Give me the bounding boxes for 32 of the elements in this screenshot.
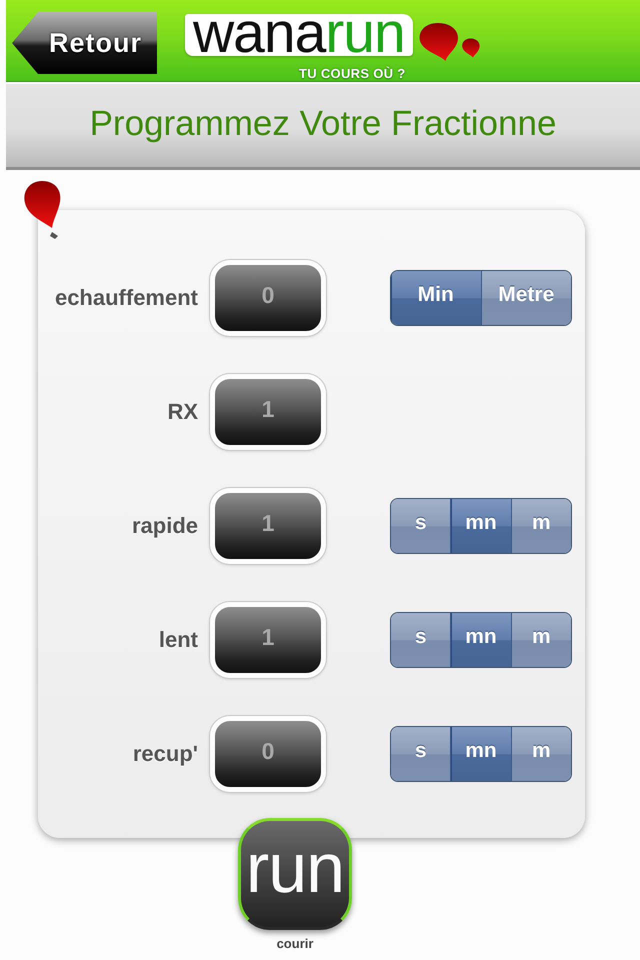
- unit-segment[interactable]: s: [391, 727, 450, 781]
- field-label: RX: [166, 399, 198, 425]
- unit-segment[interactable]: s: [391, 499, 450, 553]
- logo-tagline: TU COURS OÙ ?: [299, 66, 406, 81]
- run-caption: courir: [276, 936, 314, 951]
- unit-segment[interactable]: m: [510, 499, 571, 553]
- unit-segment[interactable]: mn: [450, 499, 511, 553]
- value-button[interactable]: 1: [210, 374, 326, 450]
- field-label: echauffement: [54, 285, 198, 311]
- value-button[interactable]: 1: [210, 602, 326, 678]
- value-button[interactable]: 1: [210, 488, 326, 564]
- unit-segment[interactable]: m: [510, 613, 571, 667]
- field-label: rapide: [130, 513, 198, 539]
- back-button[interactable]: Retour: [12, 12, 157, 74]
- value-button[interactable]: 0: [210, 260, 326, 336]
- value-button[interactable]: 0: [210, 716, 326, 792]
- unit-segmented-control[interactable]: s mn m: [390, 498, 572, 554]
- unit-segmented-control[interactable]: s mn m: [390, 726, 572, 782]
- unit-segment[interactable]: mn: [450, 613, 511, 667]
- unit-segment[interactable]: m: [510, 727, 571, 781]
- unit-segment[interactable]: s: [391, 613, 450, 667]
- pin-icon: [22, 180, 62, 240]
- unit-segmented-control[interactable]: s mn m: [390, 612, 572, 668]
- unit-segmented-control[interactable]: Min Metre: [390, 270, 572, 326]
- run-button[interactable]: run: [238, 818, 352, 930]
- unit-segment[interactable]: mn: [450, 727, 511, 781]
- page-title: Programmez Votre Fractionne: [90, 104, 556, 144]
- logo-wordmark: wanarun: [185, 14, 413, 56]
- field-label: lent: [158, 627, 198, 653]
- unit-segment[interactable]: Metre: [480, 271, 571, 325]
- field-label: recup': [132, 741, 198, 767]
- unit-segment[interactable]: Min: [391, 271, 480, 325]
